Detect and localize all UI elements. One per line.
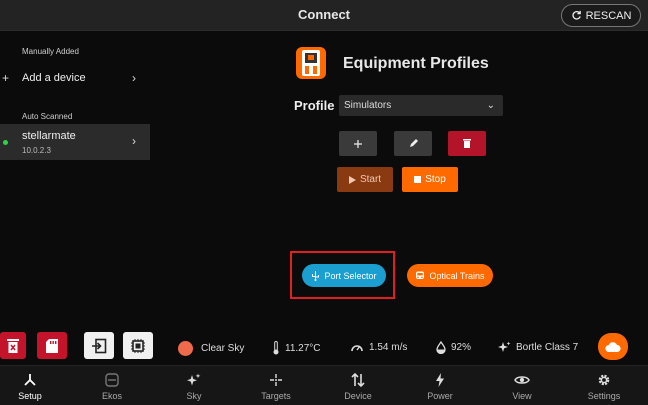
device-item-stellarmate[interactable]: stellarmate 10.0.2.3 › (0, 124, 150, 160)
chip-button[interactable] (123, 332, 153, 359)
train-icon (416, 271, 425, 279)
nav-targets-label: Targets (261, 390, 291, 401)
cloud-icon (605, 341, 621, 352)
sd-card-button[interactable] (37, 332, 67, 359)
chevron-right-icon: › (132, 71, 136, 85)
trash-icon (463, 139, 471, 148)
plus-icon (354, 139, 362, 148)
login-button[interactable] (84, 332, 114, 359)
sky-status: Clear Sky (178, 341, 244, 356)
trash-x-icon (7, 338, 19, 353)
temperature-value: 11.27°C (285, 342, 321, 354)
cloud-button[interactable] (598, 333, 628, 360)
eye-icon (514, 375, 530, 384)
chevron-right-icon: › (132, 134, 136, 148)
nav-view[interactable]: View (490, 366, 554, 405)
clear-data-button[interactable] (0, 332, 26, 359)
bortle-status: Bortle Class 7 (498, 341, 578, 354)
wind-status: 1.54 m/s (350, 341, 407, 353)
stop-button[interactable]: Stop (402, 167, 458, 192)
add-device-item[interactable]: + Add a device › (0, 68, 150, 88)
refresh-icon (571, 10, 581, 20)
manually-added-label: Manually Added (22, 47, 79, 56)
delete-profile-button[interactable] (448, 131, 486, 156)
top-bar: Connect RESCAN (0, 0, 648, 31)
sky-icon (187, 373, 201, 385)
edit-profile-button[interactable] (394, 131, 432, 156)
nav-device-label: Device (344, 390, 372, 401)
optical-trains-button[interactable]: Optical Trains (407, 264, 493, 287)
auto-scanned-label: Auto Scanned (22, 112, 73, 121)
nav-sky-label: Sky (186, 390, 202, 401)
gear-icon (598, 374, 610, 385)
stop-icon (414, 176, 422, 183)
nav-power[interactable]: Power (408, 366, 472, 405)
temperature-status: 11.27°C (272, 341, 321, 355)
device-ip: 10.0.2.3 (22, 146, 51, 155)
nav-device[interactable]: Device (326, 366, 390, 405)
sparkle-icon (498, 341, 511, 352)
chip-icon (131, 338, 145, 353)
port-selector-button[interactable]: Port Selector (302, 264, 386, 287)
add-device-label: Add a device (22, 72, 86, 84)
transfer-icon (351, 372, 365, 387)
nav-setup-label: Setup (18, 390, 42, 401)
nav-view-label: View (512, 390, 532, 401)
plus-icon: + (2, 71, 10, 85)
nav-targets[interactable]: Targets (244, 366, 308, 405)
profile-select-value: Simulators (344, 100, 392, 111)
sky-label: Clear Sky (201, 343, 245, 354)
sky-indicator-icon (178, 341, 193, 356)
online-status-dot (3, 140, 8, 145)
wind-value: 1.54 m/s (369, 341, 408, 353)
equipment-profile-logo (296, 47, 326, 79)
nav-power-label: Power (427, 390, 453, 401)
nav-settings-label: Settings (587, 390, 621, 401)
add-profile-button[interactable] (339, 131, 377, 156)
optical-trains-label: Optical Trains (429, 270, 485, 281)
pencil-icon (409, 139, 418, 147)
bortle-value: Bortle Class 7 (516, 342, 579, 353)
thermometer-icon (273, 341, 279, 355)
gauge-icon (351, 345, 363, 352)
device-sidebar: Manually Added + Add a device › Auto Sca… (0, 31, 150, 321)
start-button[interactable]: Start (337, 167, 393, 192)
nav-ekos-label: Ekos (101, 390, 122, 401)
humidity-status: 92% (436, 341, 471, 354)
lightning-icon (436, 372, 444, 387)
usb-icon (312, 270, 320, 281)
chevron-down-icon: ⌄ (486, 100, 495, 111)
start-label: Start (359, 174, 382, 185)
login-icon (92, 338, 107, 353)
profile-label: Profile (294, 98, 335, 113)
nav-setup[interactable]: Setup (0, 366, 62, 405)
equipment-profiles-title: Equipment Profiles (343, 55, 489, 72)
bottom-navigation: Setup Ekos Sky Targets Device Power View… (0, 365, 648, 405)
rescan-button[interactable]: RESCAN (561, 4, 641, 27)
droplet-icon (436, 341, 446, 354)
nav-ekos[interactable]: Ekos (80, 366, 144, 405)
page-title: Connect (298, 7, 350, 22)
crosshair-icon (270, 373, 282, 386)
nav-sky[interactable]: Sky (162, 366, 226, 405)
setup-icon (24, 373, 36, 386)
sd-card-icon (46, 338, 58, 353)
nav-settings[interactable]: Settings (572, 366, 636, 405)
rescan-label: RESCAN (585, 9, 632, 22)
port-selector-label: Port Selector (324, 270, 377, 281)
device-name: stellarmate (22, 130, 76, 142)
play-icon (348, 175, 356, 184)
profile-select[interactable]: Simulators ⌄ (339, 95, 503, 116)
humidity-value: 92% (451, 342, 472, 353)
ekos-icon (105, 372, 119, 387)
stop-label: Stop (425, 174, 446, 185)
